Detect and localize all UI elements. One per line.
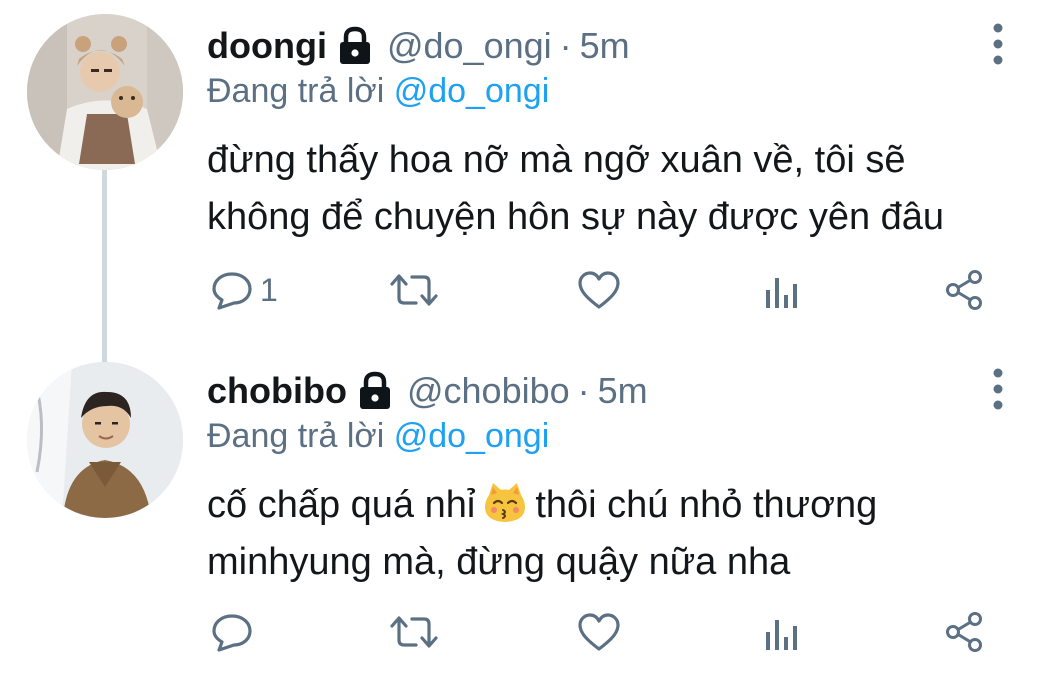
tweet-actions: 1 xyxy=(207,267,1007,313)
avatar-image xyxy=(27,14,183,170)
analytics-button[interactable] xyxy=(760,609,804,655)
reply-mention-link[interactable]: @do_ongi xyxy=(394,417,550,455)
tweet-text-segment: thôi chú nhỏ thương xyxy=(535,484,878,526)
tweet-text-line: cố chấp quá nhỉ thôi chú nhỏ thương xyxy=(207,477,1017,534)
analytics-icon xyxy=(766,620,797,650)
more-vertical-icon[interactable] xyxy=(986,367,1010,411)
share-icon xyxy=(946,270,982,310)
heart-icon xyxy=(578,271,620,309)
kissing-cat-emoji-icon xyxy=(483,481,527,525)
replying-to-label: Đang trả lời xyxy=(207,72,385,110)
reply-button[interactable]: 1 xyxy=(210,267,278,313)
heart-icon xyxy=(578,613,620,651)
tweet-header: doongi @do_ongi · 5m xyxy=(207,22,630,70)
retweet-icon xyxy=(390,616,438,648)
display-name[interactable]: doongi xyxy=(207,25,327,67)
analytics-button[interactable] xyxy=(760,267,804,313)
avatar[interactable] xyxy=(27,362,183,518)
retweet-button[interactable] xyxy=(388,267,440,313)
user-handle[interactable]: @chobibo xyxy=(407,370,570,412)
share-icon xyxy=(946,612,982,652)
tweet-header: chobibo @chobibo · 5m xyxy=(207,367,648,415)
tweet-text-segment: cố chấp quá nhỉ xyxy=(207,484,476,526)
avatar-image xyxy=(27,362,183,518)
like-button[interactable] xyxy=(577,609,621,655)
replying-to-label: Đang trả lời xyxy=(207,417,385,455)
tweet-text-line: không để chuyện hôn sự này được yên đâu xyxy=(207,196,945,238)
reply-count: 1 xyxy=(260,271,278,308)
tweet-text-line: đừng thấy hoa nỡ mà ngỡ xuân về, tôi sẽ xyxy=(207,139,906,181)
share-button[interactable] xyxy=(942,267,986,313)
lock-icon xyxy=(357,371,393,411)
share-button[interactable] xyxy=(942,609,986,655)
tweet-text: cố chấp quá nhỉ thôi chú nhỏ thương minh… xyxy=(207,477,1017,591)
tweet-timestamp[interactable]: 5m xyxy=(580,25,630,67)
more-vertical-icon[interactable] xyxy=(986,22,1010,66)
replying-to: Đang trả lời @do_ongi xyxy=(207,72,549,111)
avatar[interactable] xyxy=(27,14,183,170)
replying-to: Đang trả lời @do_ongi xyxy=(207,417,549,456)
reply-button[interactable] xyxy=(210,609,260,655)
tweet[interactable]: chobibo @chobibo · 5m Đang trả lời @do_o… xyxy=(0,345,1060,676)
user-handle[interactable]: @do_ongi xyxy=(387,25,552,67)
reply-icon xyxy=(212,614,252,652)
display-name[interactable]: chobibo xyxy=(207,370,347,412)
retweet-icon xyxy=(390,274,438,306)
tweet-text-line: minhyung mà, đừng quậy nữa nha xyxy=(207,541,791,583)
separator-dot: · xyxy=(577,370,590,411)
like-button[interactable] xyxy=(577,267,621,313)
separator-dot: · xyxy=(559,25,572,66)
tweet-text: đừng thấy hoa nỡ mà ngỡ xuân về, tôi sẽ … xyxy=(207,132,1017,246)
tweet-actions xyxy=(207,609,1007,655)
retweet-button[interactable] xyxy=(388,609,440,655)
lock-icon xyxy=(337,26,373,66)
reply-mention-link[interactable]: @do_ongi xyxy=(394,72,550,110)
reply-icon xyxy=(212,272,252,310)
analytics-icon xyxy=(766,278,797,308)
tweet-timestamp[interactable]: 5m xyxy=(598,370,648,412)
tweet[interactable]: doongi @do_ongi · 5m Đang trả lời @do_on… xyxy=(0,0,1060,345)
